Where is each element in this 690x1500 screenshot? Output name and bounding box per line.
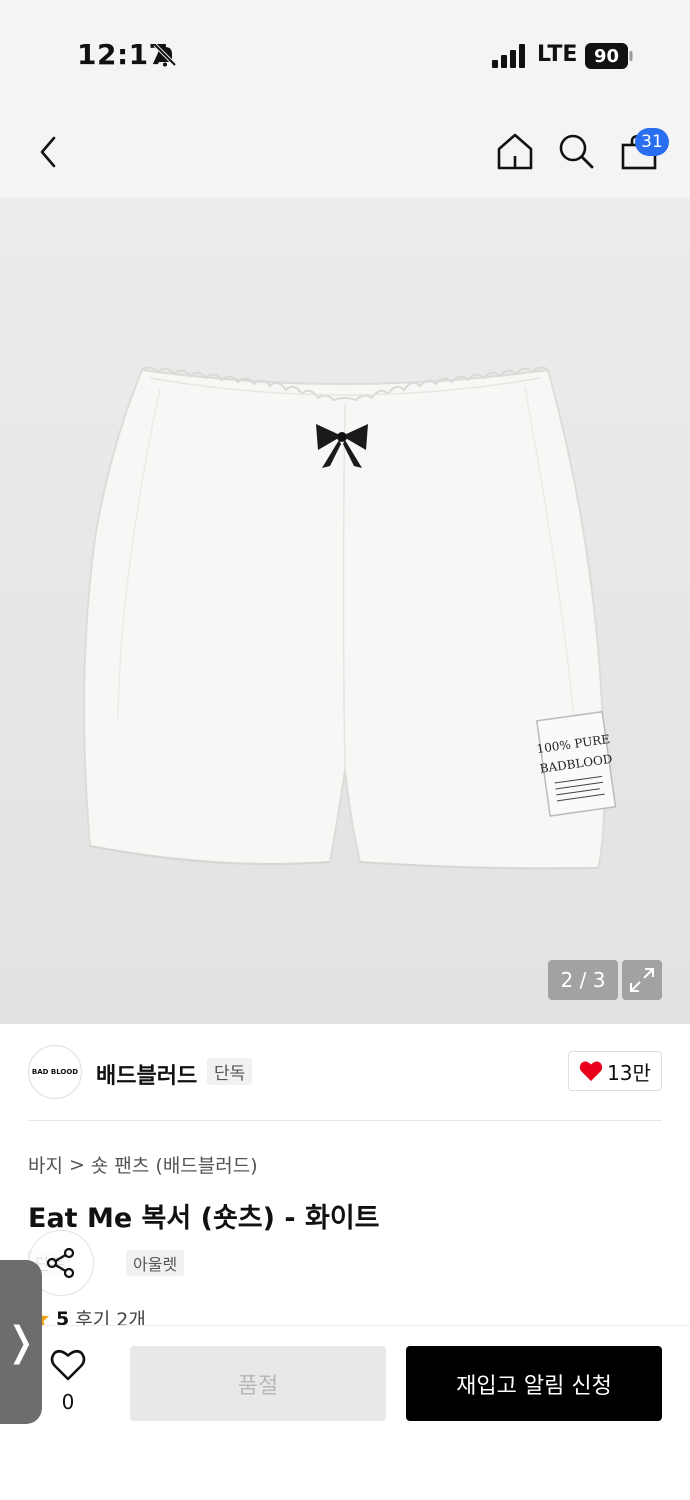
chevron-right-icon: ❭ xyxy=(4,1319,38,1365)
network-type: LTE xyxy=(537,42,578,67)
heart-filled-icon xyxy=(579,1061,603,1081)
status-bar: 12:17 LTE 90 xyxy=(0,0,690,100)
share-icon xyxy=(46,1247,75,1279)
breadcrumb-separator: > xyxy=(68,1153,85,1176)
shorts-illustration: 100% PURE BADBLOOD xyxy=(83,366,617,870)
expand-icon xyxy=(630,968,654,992)
silent-bell-icon xyxy=(153,43,177,67)
home-icon[interactable] xyxy=(496,132,534,170)
wishlist-heart-icon[interactable] xyxy=(50,1348,86,1382)
search-icon[interactable] xyxy=(558,133,594,169)
divider xyxy=(28,1120,662,1121)
battery-level: 90 xyxy=(593,45,620,67)
brand-like-count: 13만 xyxy=(607,1060,651,1085)
side-drawer-handle[interactable]: ❭ xyxy=(0,1260,42,1424)
breadcrumb: 바지 > 숏 팬츠 (배드블러드) xyxy=(28,1151,258,1178)
back-icon[interactable] xyxy=(36,134,62,170)
tag-outlet: 아울렛 xyxy=(126,1250,185,1276)
brand-logo-text: BAD BLOOD xyxy=(31,1068,79,1076)
battery-icon: 90 xyxy=(585,43,633,69)
product-title: Eat Me 복서 (숏츠) - 화이트 xyxy=(28,1203,380,1234)
breadcrumb-subcategory[interactable]: 숏 팬츠 (배드블러드) xyxy=(91,1151,258,1178)
image-counter: 2 / 3 xyxy=(548,960,618,1000)
breadcrumb-category[interactable]: 바지 xyxy=(28,1151,63,1178)
brand-like-button[interactable]: 13만 xyxy=(568,1051,662,1091)
restock-alert-button[interactable]: 재입고 알림 신청 xyxy=(406,1346,662,1421)
wishlist-count: 0 xyxy=(61,1390,75,1414)
soldout-button: 품절 xyxy=(130,1346,386,1421)
signal-icon xyxy=(492,44,525,68)
expand-image-button[interactable] xyxy=(622,960,662,1000)
exclusive-badge: 단독 xyxy=(207,1058,253,1085)
brand-logo[interactable]: BAD BLOOD xyxy=(28,1045,82,1099)
cart-count-badge: 31 xyxy=(635,128,669,156)
product-image[interactable]: 100% PURE BADBLOOD xyxy=(0,198,690,1024)
brand-name[interactable]: 배드블러드 xyxy=(96,1058,197,1090)
